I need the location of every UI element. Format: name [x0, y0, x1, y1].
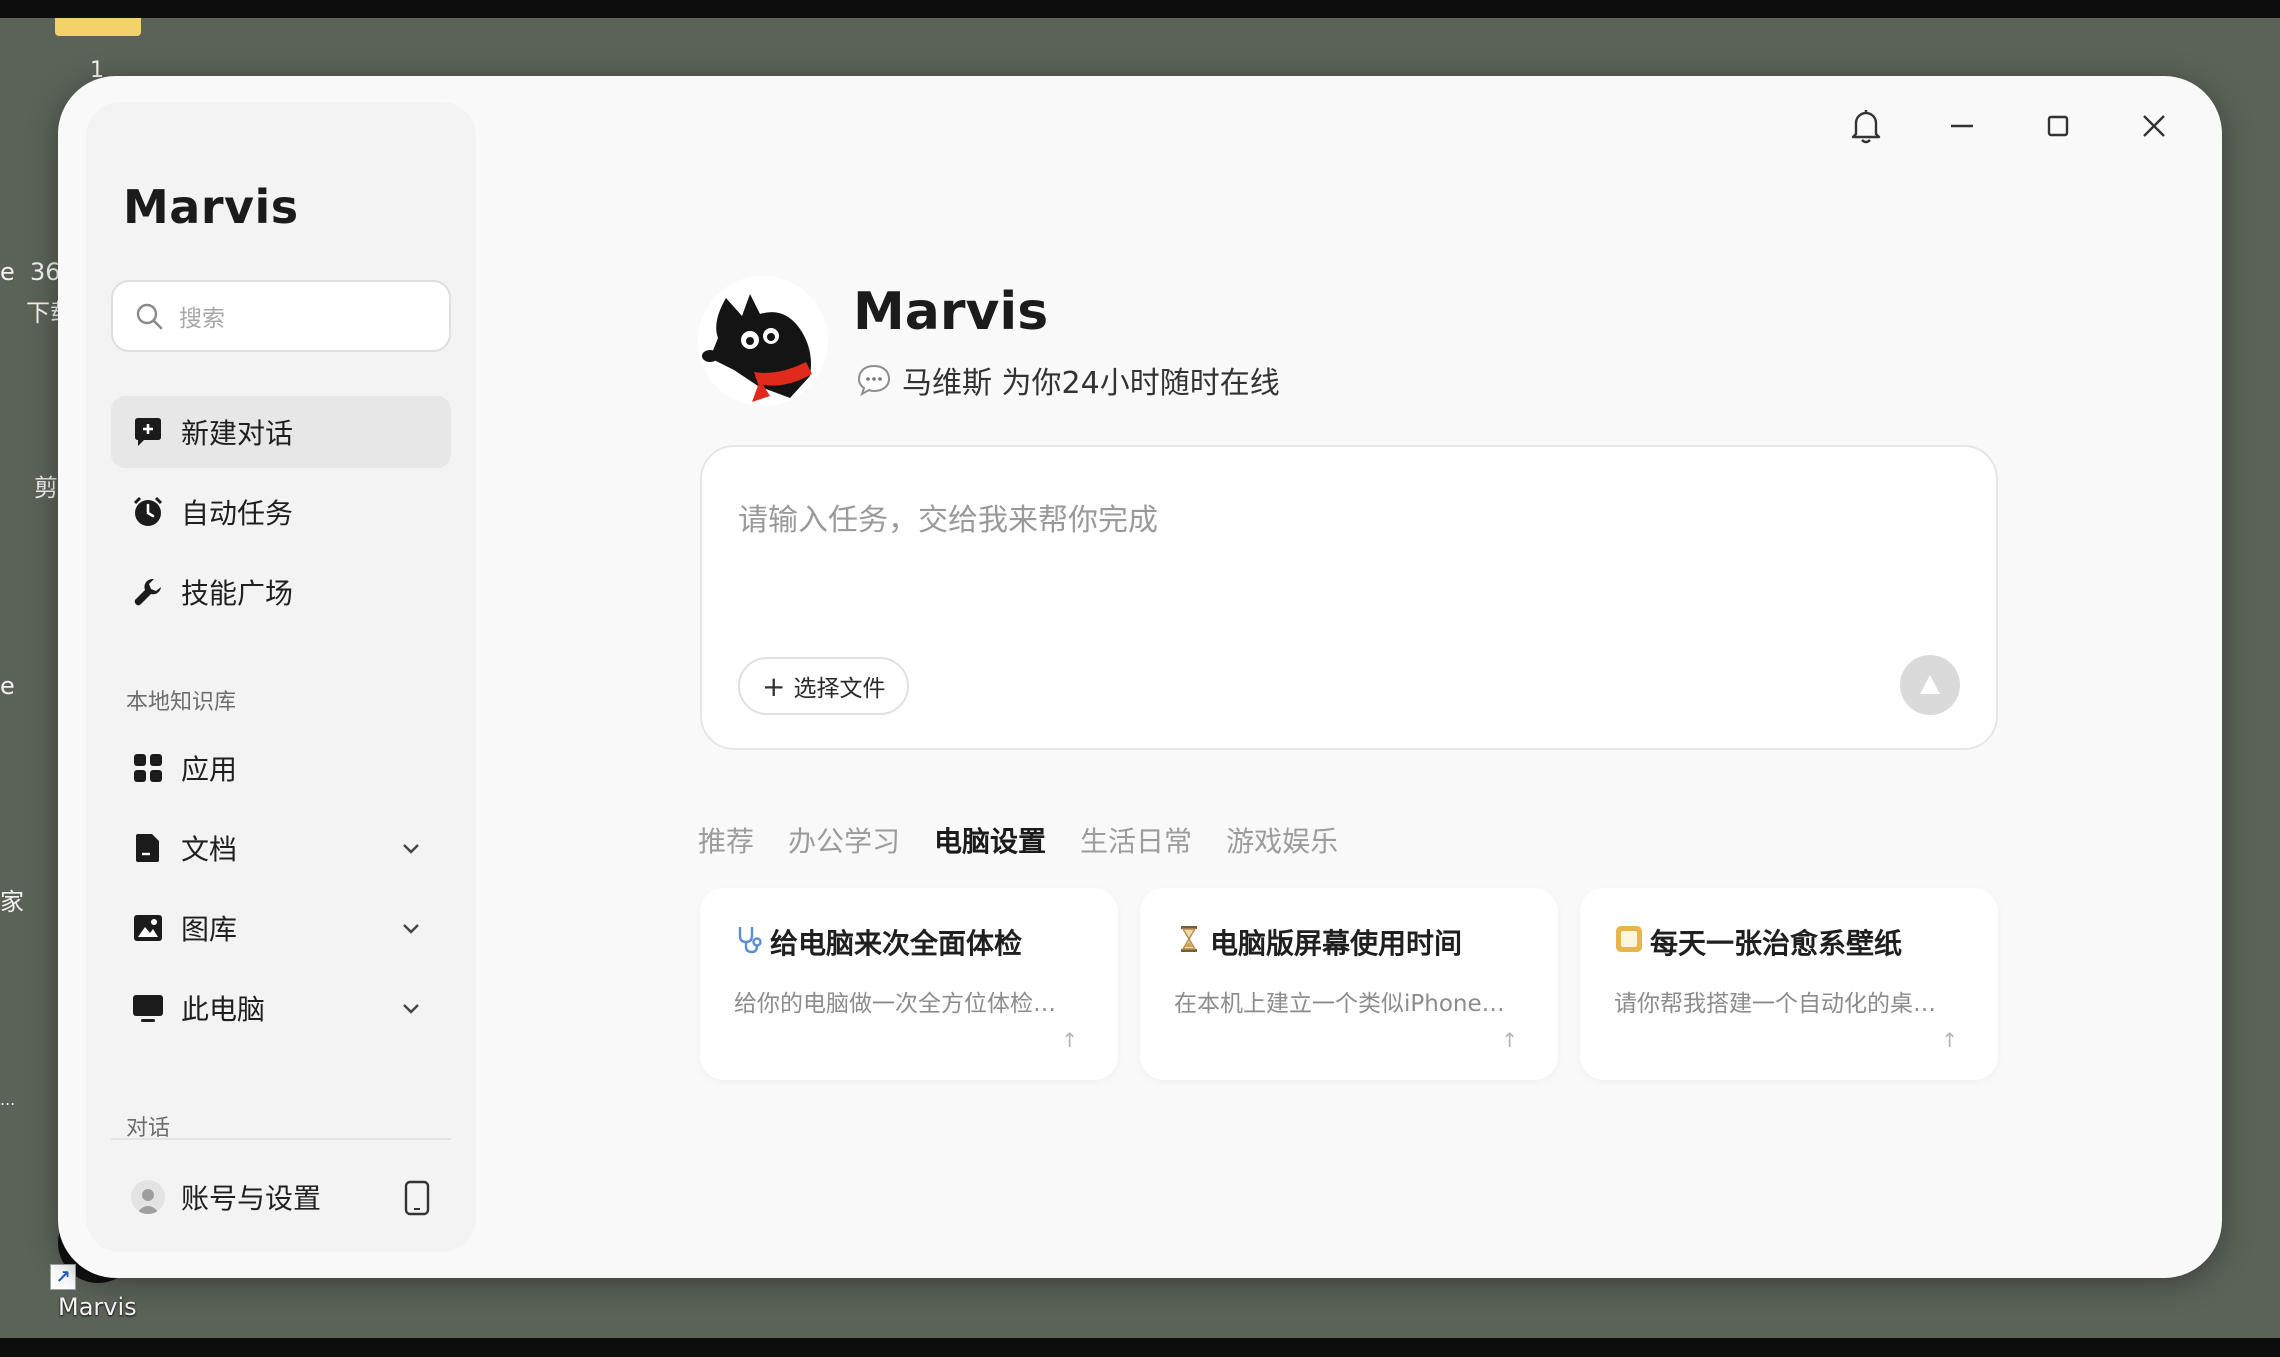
bell-icon [1851, 110, 1881, 144]
sidebar-item-documents[interactable]: 文档 [111, 812, 451, 884]
desktop-fragment-text: 36 [30, 258, 61, 286]
minimize-button[interactable] [1940, 104, 1984, 148]
stethoscope-icon [738, 927, 762, 954]
sidebar-item-auto-tasks[interactable]: 自动任务 [111, 476, 451, 548]
picture-frame-icon [1616, 926, 1642, 952]
image-icon [131, 911, 165, 945]
grid-icon [131, 751, 165, 785]
desktop-shortcut-label: Marvis [58, 1293, 137, 1321]
chat-bubble-icon [857, 364, 891, 397]
search-input[interactable]: 搜索 [111, 280, 451, 352]
sidebar-item-label: 此电脑 [181, 993, 266, 1026]
category-tabs: 推荐 办公学习 电脑设置 生活日常 游戏娱乐 [698, 820, 1372, 860]
marvis-window: Marvis 搜索 新建对话 自动任务 技能广场 本地知识库 应用 文档 图库 … [58, 76, 2222, 1278]
card-description: 请你帮我搭建一个自动化的桌… [1614, 991, 1936, 1017]
desktop-fragment-text: e [0, 258, 15, 286]
desktop-folder-icon[interactable] [55, 18, 141, 36]
sidebar-item-gallery[interactable]: 图库 [111, 892, 451, 964]
sidebar: Marvis 搜索 新建对话 自动任务 技能广场 本地知识库 应用 文档 图库 … [86, 102, 476, 1252]
desktop-fragment-text: e [0, 672, 15, 700]
tab-games-entertainment[interactable]: 游戏娱乐 [1226, 820, 1338, 860]
document-icon [131, 831, 165, 865]
select-file-label: 选择文件 [793, 676, 886, 702]
card-title: 每天一张治愈系壁纸 [1650, 927, 1903, 960]
account-settings-button[interactable]: 账号与设置 [111, 1162, 451, 1232]
sidebar-item-label: 技能广场 [181, 577, 294, 610]
sidebar-item-this-pc[interactable]: 此电脑 [111, 972, 451, 1044]
user-avatar-icon [131, 1180, 165, 1214]
alarm-clock-icon [131, 495, 165, 529]
hero-title: Marvis [853, 282, 1049, 342]
card-title: 电脑版屏幕使用时间 [1210, 927, 1463, 960]
tab-daily-life[interactable]: 生活日常 [1080, 820, 1192, 860]
wrench-icon [131, 575, 165, 609]
close-icon [2143, 115, 2165, 137]
screen-top-bar [0, 0, 2280, 18]
send-button[interactable] [1900, 655, 1960, 715]
send-arrow-icon [1920, 675, 1940, 694]
phone-icon[interactable] [403, 1180, 431, 1216]
new-chat-icon [131, 415, 165, 449]
sidebar-item-label: 图库 [181, 913, 238, 946]
chevron-down-icon[interactable] [399, 916, 423, 940]
hourglass-icon [1181, 926, 1197, 952]
monitor-icon [131, 991, 165, 1025]
arrow-up-icon: ↑ [1941, 1028, 1958, 1052]
marvis-avatar [698, 276, 828, 406]
close-button[interactable] [2132, 104, 2176, 148]
suggestion-card[interactable]: 电脑版屏幕使用时间 在本机上建立一个类似iPhone… ↑ [1140, 888, 1558, 1080]
sidebar-item-label: 自动任务 [181, 497, 294, 530]
suggestion-card[interactable]: 每天一张治愈系壁纸 请你帮我搭建一个自动化的桌… ↑ [1580, 888, 1998, 1080]
shortcut-arrow-icon: ↗ [50, 1264, 76, 1290]
sidebar-item-label: 文档 [181, 833, 238, 866]
tab-pc-settings[interactable]: 电脑设置 [934, 820, 1046, 860]
sidebar-item-label: 新建对话 [181, 417, 294, 450]
account-label: 账号与设置 [181, 1182, 322, 1215]
marvis-dog-logo-icon [698, 276, 828, 406]
task-input[interactable]: 请输入任务，交给我来帮你完成 [738, 495, 1158, 539]
arrow-up-icon: ↑ [1061, 1028, 1078, 1052]
card-title: 给电脑来次全面体检 [770, 927, 1023, 960]
chevron-down-icon[interactable] [399, 836, 423, 860]
notifications-button[interactable] [1844, 104, 1888, 148]
task-composer[interactable]: 请输入任务，交给我来帮你完成 + 选择文件 [700, 445, 1998, 750]
chevron-down-icon[interactable] [399, 996, 423, 1020]
suggestion-card[interactable]: 给电脑来次全面体检 给你的电脑做一次全方位体检… ↑ [700, 888, 1118, 1080]
maximize-button[interactable] [2036, 104, 2080, 148]
hero-subtitle-text: 马维斯 为你24小时随时在线 [902, 366, 1280, 401]
sidebar-item-new-chat[interactable]: 新建对话 [111, 396, 451, 468]
desktop-fragment-text: 家 [0, 888, 24, 916]
card-description: 在本机上建立一个类似iPhone… [1174, 991, 1505, 1017]
search-icon [136, 303, 163, 330]
screen-bottom-bar [0, 1338, 2280, 1357]
tab-recommended[interactable]: 推荐 [698, 820, 754, 860]
plus-icon: + [762, 669, 786, 703]
tab-office-study[interactable]: 办公学习 [788, 820, 900, 860]
card-description: 给你的电脑做一次全方位体检… [734, 991, 1056, 1017]
sidebar-item-apps[interactable]: 应用 [111, 732, 451, 804]
sidebar-item-skills[interactable]: 技能广场 [111, 556, 451, 628]
minimize-icon [1951, 124, 1973, 128]
desktop-fragment-text: 剪 [34, 474, 58, 502]
sidebar-divider [111, 1138, 451, 1140]
search-placeholder: 搜索 [179, 306, 225, 332]
sidebar-item-label: 应用 [181, 753, 238, 786]
maximize-icon [2047, 115, 2069, 137]
section-label-knowledge: 本地知识库 [126, 690, 237, 715]
hero-subtitle: 马维斯 为你24小时随时在线 [856, 358, 1280, 402]
arrow-up-icon: ↑ [1501, 1028, 1518, 1052]
desktop-fragment-text: ... [0, 1090, 16, 1109]
app-brand: Marvis [123, 180, 299, 234]
select-file-button[interactable]: + 选择文件 [738, 657, 910, 715]
